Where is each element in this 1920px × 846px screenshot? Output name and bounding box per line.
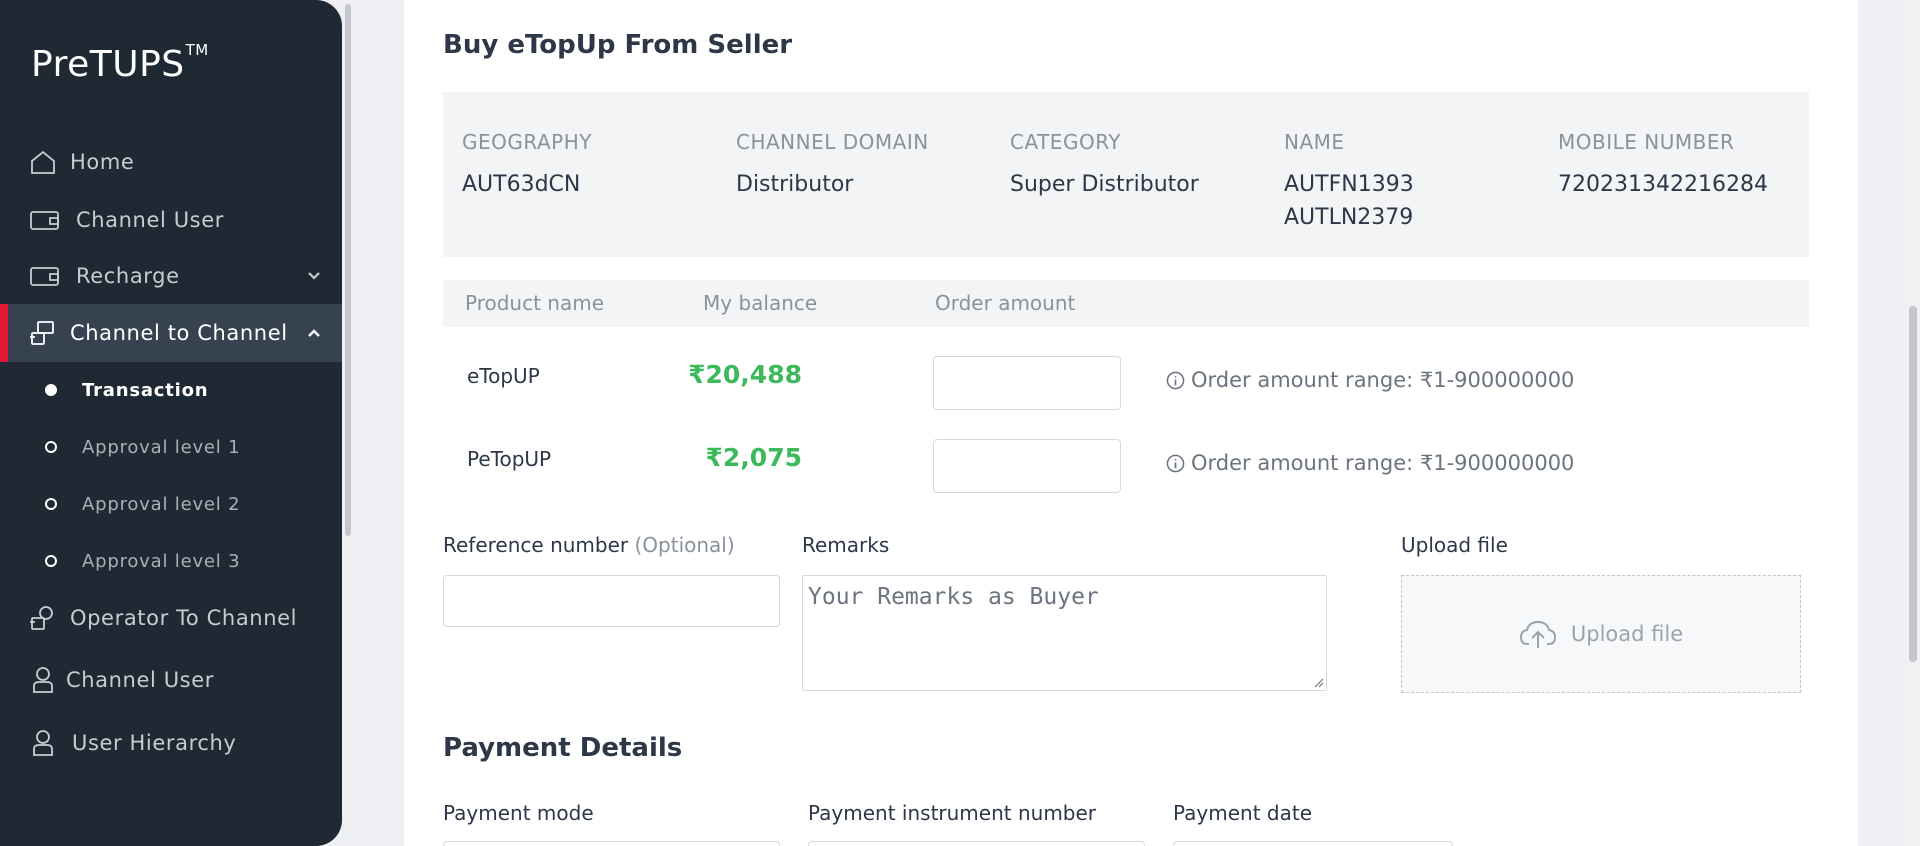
sidebar-item-label: Channel to Channel	[70, 321, 288, 345]
reference-number-input[interactable]	[443, 575, 780, 627]
channel-domain-value: Distributor	[736, 172, 854, 197]
main-content: Buy eTopUp From Seller GEOGRAPHY AUT63dC…	[404, 0, 1858, 846]
info-icon	[1166, 454, 1185, 472]
reference-number-label: Reference number (Optional)	[443, 533, 735, 557]
order-range-hint: Order amount range: ₹1-900000000	[1166, 451, 1574, 475]
sidebar-item-user-hierarchy[interactable]: User Hierarchy	[0, 714, 342, 772]
page-scrollbar[interactable]	[1906, 0, 1920, 846]
product-name: eTopUP	[467, 364, 540, 388]
sidebar-subitem-label: Transaction	[82, 379, 209, 401]
bullet-icon	[45, 498, 57, 510]
mobile-label: MOBILE NUMBER	[1558, 130, 1735, 154]
payment-instrument-label: Payment instrument number	[808, 801, 1097, 825]
sidebar-item-recharge[interactable]: Recharge	[0, 247, 342, 305]
sidebar-subitem-transaction[interactable]: Transaction	[0, 369, 342, 411]
chevron-down-icon[interactable]	[304, 266, 324, 286]
product-name-header: Product name	[465, 291, 605, 315]
sidebar-item-channel-user-2[interactable]: Channel User	[0, 651, 342, 709]
category-value: Super Distributor	[1010, 172, 1199, 197]
mobile-value: 720231342216284	[1558, 172, 1768, 197]
category-field: CATEGORY Super Distributor	[1010, 130, 1199, 201]
chevron-up-icon[interactable]	[304, 323, 324, 343]
payment-date-input[interactable]	[1173, 841, 1453, 846]
cloud-upload-icon	[1519, 620, 1556, 648]
seller-info-panel: GEOGRAPHY AUT63dCN CHANNEL DOMAIN Distri…	[443, 92, 1809, 257]
optional-hint: (Optional)	[634, 533, 735, 557]
payment-mode-select[interactable]	[443, 841, 780, 846]
info-icon	[1166, 371, 1185, 389]
sidebar-scrollbar[interactable]	[343, 0, 353, 846]
sidebar-item-label: User Hierarchy	[72, 731, 237, 755]
user-icon	[28, 728, 58, 758]
product-name: PeTopUP	[467, 447, 552, 471]
remarks-textarea[interactable]: Your Remarks as Buyer	[802, 575, 1327, 691]
wallet-icon	[30, 261, 60, 291]
payment-instrument-input[interactable]	[808, 841, 1145, 846]
sidebar: PreTUPSTM Home Channel User Recharge Cha…	[0, 0, 342, 846]
order-amount-input[interactable]	[933, 439, 1121, 493]
remarks-placeholder: Your Remarks as Buyer	[808, 584, 1099, 610]
transfer-icon	[28, 603, 58, 633]
remarks-label: Remarks	[802, 533, 890, 557]
mobile-field: MOBILE NUMBER 720231342216284	[1558, 130, 1768, 201]
order-range-text: Order amount range: ₹1-900000000	[1191, 368, 1575, 392]
last-name-value: AUTLN2379	[1284, 205, 1414, 230]
sidebar-item-operator-to-channel[interactable]: Operator To Channel	[0, 589, 342, 647]
page-title: Buy eTopUp From Seller	[443, 30, 793, 60]
payment-mode-label: Payment mode	[443, 801, 594, 825]
channel-domain-label: CHANNEL DOMAIN	[736, 130, 929, 154]
product-table-header: Product name My balance Order amount	[443, 280, 1809, 327]
product-balance: ₹20,488	[688, 360, 802, 389]
sidebar-subitem-label: Approval level 1	[82, 436, 241, 458]
app-logo[interactable]: PreTUPSTM	[31, 41, 209, 85]
order-amount-header: Order amount	[935, 291, 1076, 315]
geography-value: AUT63dCN	[462, 172, 581, 197]
sidebar-item-label: Operator To Channel	[70, 606, 298, 630]
order-range-text: Order amount range: ₹1-900000000	[1191, 451, 1575, 475]
upload-file-dropzone[interactable]: Upload file	[1401, 575, 1801, 693]
payment-date-label: Payment date	[1173, 801, 1313, 825]
sidebar-subitem-approval-1[interactable]: Approval level 1	[0, 426, 342, 468]
sidebar-item-label: Home	[70, 150, 135, 174]
sidebar-scrollbar-thumb[interactable]	[345, 4, 351, 536]
sidebar-item-label: Channel User	[66, 668, 214, 692]
channel-domain-field: CHANNEL DOMAIN Distributor	[736, 130, 929, 201]
sidebar-item-label: Recharge	[76, 264, 180, 288]
name-field: NAME AUTFN1393 AUTLN2379	[1284, 130, 1414, 234]
transfer-icon	[28, 318, 58, 348]
sidebar-subitem-approval-2[interactable]: Approval level 2	[0, 483, 342, 525]
geography-label: GEOGRAPHY	[462, 130, 592, 154]
name-value: AUTFN1393 AUTLN2379	[1284, 168, 1414, 234]
name-label: NAME	[1284, 130, 1345, 154]
wallet-icon	[30, 205, 60, 235]
sidebar-subitem-label: Approval level 3	[82, 550, 241, 572]
user-icon	[28, 665, 58, 695]
upload-file-text: Upload file	[1570, 622, 1684, 646]
home-icon	[28, 147, 58, 177]
upload-file-label: Upload file	[1401, 533, 1508, 557]
first-name-value: AUTFN1393	[1284, 172, 1414, 197]
sidebar-subitem-label: Approval level 2	[82, 493, 241, 515]
sidebar-item-channel-user[interactable]: Channel User	[0, 191, 342, 249]
order-range-hint: Order amount range: ₹1-900000000	[1166, 368, 1574, 392]
page-scrollbar-thumb[interactable]	[1909, 306, 1917, 662]
active-indicator	[0, 304, 8, 362]
resize-handle-icon[interactable]	[1312, 676, 1324, 688]
bullet-icon	[45, 384, 57, 396]
bullet-icon	[45, 441, 57, 453]
sidebar-item-label: Channel User	[76, 208, 224, 232]
category-label: CATEGORY	[1010, 130, 1122, 154]
geography-field: GEOGRAPHY AUT63dCN	[462, 130, 592, 201]
sidebar-subitem-approval-3[interactable]: Approval level 3	[0, 540, 342, 582]
sidebar-item-channel-to-channel[interactable]: Channel to Channel	[0, 304, 342, 362]
order-amount-input[interactable]	[933, 356, 1121, 410]
balance-header: My balance	[703, 291, 818, 315]
bullet-icon	[45, 555, 57, 567]
payment-details-title: Payment Details	[443, 733, 683, 763]
sidebar-item-home[interactable]: Home	[0, 133, 342, 191]
product-balance: ₹2,075	[705, 443, 802, 472]
